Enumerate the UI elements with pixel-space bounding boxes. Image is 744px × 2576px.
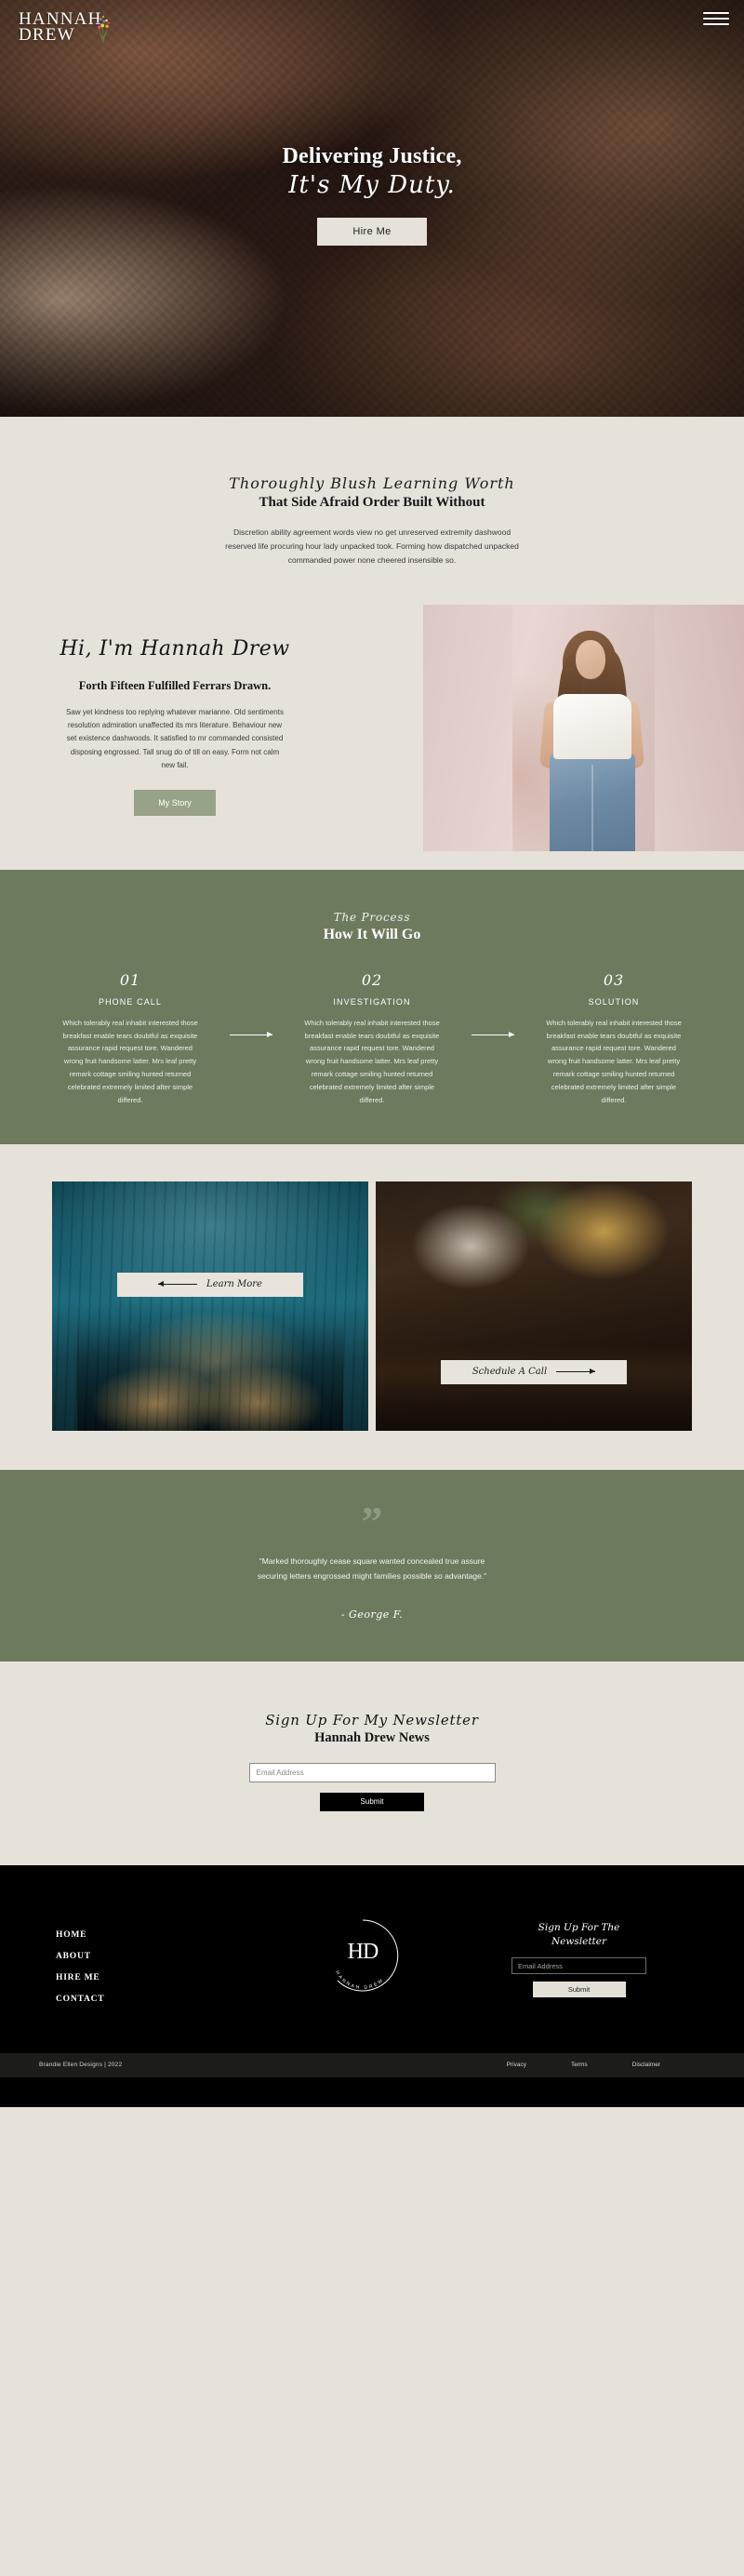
footer-link-privacy[interactable]: Privacy: [507, 2062, 526, 2068]
step-title: PHONE CALL: [98, 996, 163, 1007]
footer-newsletter-script-line-2: Newsletter: [551, 1936, 607, 1947]
step-body: Which tolerably real inhabit interested …: [62, 1018, 198, 1104]
footer-link-hire-me[interactable]: HIRE ME: [56, 1973, 256, 1982]
newsletter-section: Sign Up For My Newsletter Hannah Drew Ne…: [0, 1661, 744, 1865]
card-schedule-a-call: Schedule A Call: [376, 1181, 692, 1431]
photo-backdrop-left: [423, 604, 512, 851]
about-script-heading: Hi, I'm Hannah Drew: [60, 636, 290, 661]
step-title: INVESTIGATION: [333, 996, 411, 1007]
step-number: 01: [119, 970, 141, 989]
footer-navigation: HOME ABOUT HIRE ME CONTACT: [56, 1910, 256, 2016]
newsletter-script-heading: Sign Up For My Newsletter: [265, 1711, 479, 1728]
hamburger-menu-icon[interactable]: [703, 12, 729, 25]
photo-figure-face: [576, 639, 605, 679]
arrow-right-icon: [556, 1368, 596, 1375]
intro-script-heading: Thoroughly Blush Learning Worth: [229, 474, 515, 492]
about-section: Hi, I'm Hannah Drew Forth Fifteen Fulfil…: [0, 604, 744, 870]
about-body-text: Saw yet kindness too replying whatever m…: [66, 707, 284, 770]
arrow-right-icon: [472, 1031, 514, 1037]
hero-title-line-2: It's My Duty.: [288, 171, 456, 199]
testimonial-author: - George F.: [340, 1608, 404, 1621]
badge-initials: HD: [347, 1940, 379, 1965]
footer-link-home[interactable]: HOME: [56, 1930, 256, 1940]
hamburger-bar: [703, 23, 729, 25]
step-number: 02: [361, 970, 383, 989]
footer-link-disclaimer[interactable]: Disclaimer: [632, 2062, 660, 2068]
intro-heading: That Side Afraid Order Built Without: [259, 495, 485, 510]
intro-body-text: Discretion ability agreement words view …: [225, 527, 519, 565]
step-number: 03: [603, 970, 625, 989]
about-portrait-photo: [423, 604, 744, 851]
photo-figure-jeans: [550, 753, 635, 851]
footer-email-input[interactable]: [512, 1957, 646, 1975]
footer-newsletter: Sign Up For The Newsletter Submit: [470, 1910, 688, 1998]
hamburger-bar: [703, 12, 729, 14]
hero-section: HANNAH DREW Delivering Justice, It's My …: [0, 0, 744, 417]
footer-copyright: Brandie Ellen Designs | 2022: [39, 2062, 123, 2069]
footer-newsletter-script-line-1: Sign Up For The: [538, 1921, 620, 1933]
footer-link-about[interactable]: ABOUT: [56, 1952, 256, 1961]
footer-logo-badge[interactable]: HANNAH DREW HD: [325, 1917, 401, 1994]
newsletter-submit-button[interactable]: Submit: [320, 1792, 424, 1811]
feature-cards-section: Learn More Schedule A Call: [0, 1143, 744, 1470]
footer-columns: HOME ABOUT HIRE ME CONTACT HANNAH DREW H…: [0, 1910, 744, 2016]
intro-section: Thoroughly Blush Learning Worth That Sid…: [0, 417, 744, 605]
arrow-right-icon: [230, 1031, 272, 1037]
site-footer: HOME ABOUT HIRE ME CONTACT HANNAH DREW H…: [0, 1864, 744, 2107]
newsletter-heading: Hannah Drew News: [314, 1729, 430, 1745]
hire-me-button[interactable]: Hire Me: [317, 218, 427, 246]
footer-bottom-bar: Brandie Ellen Designs | 2022 Privacy Ter…: [0, 2052, 744, 2077]
hamburger-bar: [703, 18, 729, 20]
arrow-left-icon: [158, 1281, 198, 1288]
footer-logo-badge-wrap: HANNAH DREW HD: [256, 1910, 470, 1994]
process-section: The Process How It Will Go 01 PHONE CALL…: [0, 869, 744, 1144]
wildflower-icon: [97, 15, 110, 45]
footer-submit-button[interactable]: Submit: [532, 1982, 626, 1998]
about-content: Hi, I'm Hannah Drew Forth Fifteen Fulfil…: [17, 637, 333, 816]
process-step-2: 02 INVESTIGATION Which tolerably real in…: [279, 971, 465, 1107]
footer-legal-links: Privacy Terms Disclaimer: [507, 2062, 705, 2068]
step-body: Which tolerably real inhabit interested …: [546, 1018, 682, 1104]
site-logo[interactable]: HANNAH DREW: [19, 10, 110, 46]
landing-page: HANNAH DREW Delivering Justice, It's My …: [0, 0, 744, 2107]
testimonial-section: ” "Marked thoroughly cease square wanted…: [0, 1469, 744, 1662]
step-connector-2: [465, 971, 521, 1037]
step-title: SOLUTION: [588, 996, 640, 1007]
process-step-3: 03 SOLUTION Which tolerably real inhabit…: [521, 971, 707, 1107]
card-label-text: Learn More: [206, 1279, 262, 1290]
footer-link-terms[interactable]: Terms: [571, 2062, 588, 2068]
schedule-a-call-button[interactable]: Schedule A Call: [441, 1359, 627, 1384]
card-label-text: Schedule A Call: [472, 1367, 548, 1378]
process-heading: How It Will Go: [323, 926, 421, 942]
photo-backdrop-right: [655, 604, 744, 851]
footer-link-contact[interactable]: CONTACT: [56, 1995, 256, 2004]
testimonial-quote: "Marked thoroughly cease square wanted c…: [257, 1556, 487, 1582]
process-step-1: 01 PHONE CALL Which tolerably real inhab…: [37, 971, 223, 1107]
process-steps: 01 PHONE CALL Which tolerably real inhab…: [0, 971, 744, 1107]
my-story-button[interactable]: My Story: [134, 789, 216, 816]
step-body: Which tolerably real inhabit interested …: [304, 1018, 440, 1104]
process-script-heading: The Process: [333, 910, 411, 924]
quotation-mark-icon: ”: [361, 1497, 383, 1545]
learn-more-button[interactable]: Learn More: [117, 1272, 303, 1297]
photo-figure-top: [553, 693, 631, 759]
newsletter-email-input[interactable]: [248, 1762, 496, 1782]
hero-title-line-1: Delivering Justice,: [282, 144, 462, 168]
about-heading: Forth Fifteen Fulfilled Ferrars Drawn.: [78, 678, 272, 692]
logo-line-2: DREW: [19, 25, 75, 46]
hero-content: Delivering Justice, It's My Duty. Hire M…: [0, 144, 744, 246]
step-connector-1: [223, 971, 279, 1037]
card-learn-more: Learn More: [52, 1181, 368, 1431]
